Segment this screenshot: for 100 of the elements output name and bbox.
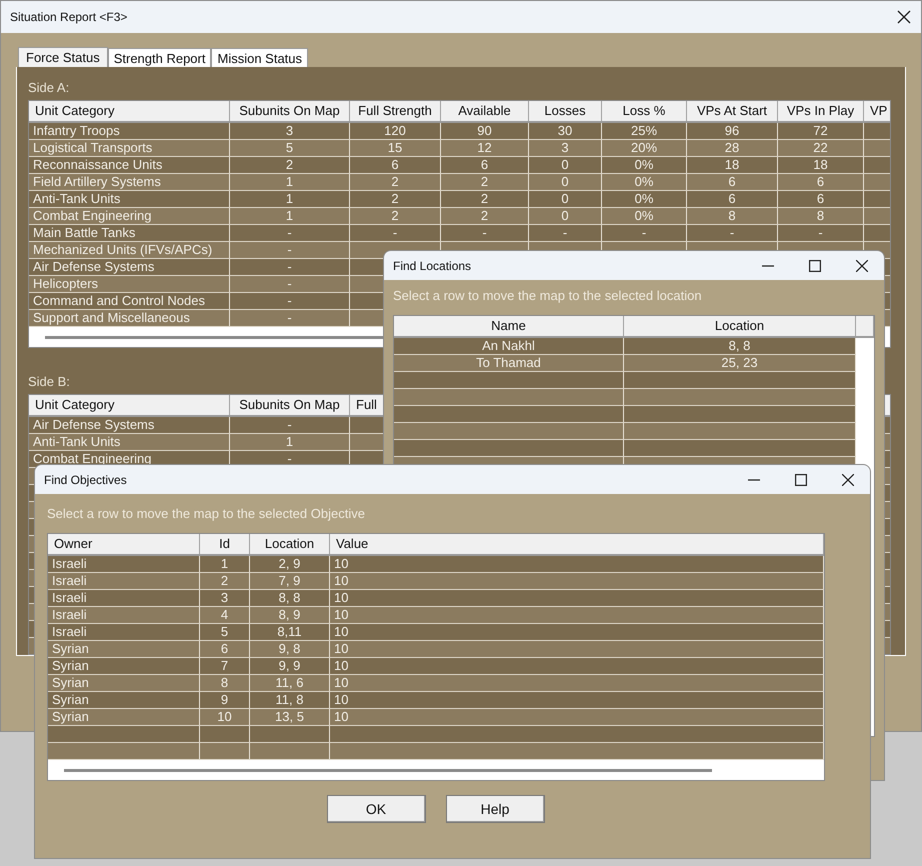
table-row[interactable]: Israeli 1 2, 9 10 — [48, 556, 824, 573]
table-cell: 2 — [441, 174, 529, 190]
table-cell: - — [230, 259, 350, 275]
column-header[interactable]: Location — [624, 316, 856, 336]
table-row[interactable]: Israeli 3 8, 8 10 — [48, 590, 824, 607]
table-cell: - — [441, 225, 529, 241]
side-label: Side B: — [28, 374, 70, 391]
table-row[interactable]: Israeli 2 7, 9 10 — [48, 573, 824, 590]
table-cell: 2 — [441, 191, 529, 207]
tab[interactable]: Strength Report — [108, 48, 212, 67]
dialog-button[interactable]: OK — [326, 795, 426, 823]
column-header[interactable]: Subunits On Map — [230, 395, 350, 415]
column-header[interactable]: VPs At Start — [687, 101, 778, 121]
column-header[interactable]: Loss % — [602, 101, 687, 121]
table-cell: 96 — [687, 123, 778, 139]
table-row[interactable] — [394, 389, 856, 406]
table-cell: 10 — [330, 590, 824, 606]
table-row[interactable] — [48, 726, 824, 743]
table-cell: Syrian — [48, 675, 200, 691]
maximize-icon[interactable] — [795, 474, 807, 486]
tab[interactable]: Force Status — [18, 47, 108, 67]
table-cell: - — [529, 225, 602, 241]
table-cell: Air Defense Systems — [29, 417, 230, 433]
table-cell: 7, 9 — [250, 573, 330, 589]
table-row[interactable]: Anti-Tank Units 1 2 2 0 0% 6 6 — [29, 191, 890, 208]
table-cell: 11, 8 — [250, 692, 330, 708]
table-cell: 10 — [330, 692, 824, 708]
table-row[interactable]: Syrian 10 13, 5 10 — [48, 709, 824, 726]
table-row[interactable]: Syrian 9 11, 8 10 — [48, 692, 824, 709]
maximize-icon[interactable] — [809, 260, 821, 272]
table-cell: 10 — [330, 607, 824, 623]
table-row[interactable]: Infantry Troops 3 120 90 30 25% 96 72 — [29, 123, 890, 140]
table-row[interactable]: Combat Engineering 1 2 2 0 0% 8 8 — [29, 208, 890, 225]
column-header[interactable]: VP — [864, 101, 890, 121]
table-cell: - — [230, 242, 350, 258]
table-cell: 15 — [350, 140, 441, 156]
table-cell: 10 — [330, 709, 824, 725]
table-cell: 0% — [602, 174, 687, 190]
table-cell: 1 — [230, 434, 350, 450]
table-cell: 6 — [200, 641, 250, 657]
column-header[interactable]: Full Strength — [350, 101, 441, 121]
table-cell: 8,11 — [250, 624, 330, 640]
table-row[interactable]: Israeli 4 8, 9 10 — [48, 607, 824, 624]
table-cell: 0% — [602, 157, 687, 173]
table-row[interactable]: Syrian 6 9, 8 10 — [48, 641, 824, 658]
table-row[interactable] — [394, 423, 856, 440]
table-cell: 1 — [230, 208, 350, 224]
table-cell: 2 — [200, 573, 250, 589]
column-header[interactable]: Unit Category — [29, 101, 230, 121]
table-cell: 10 — [200, 709, 250, 725]
table-cell: Syrian — [48, 709, 200, 725]
close-icon[interactable] — [856, 260, 868, 272]
table-cell: 0 — [529, 191, 602, 207]
table-cell: 0 — [529, 208, 602, 224]
table-cell: 10 — [330, 658, 824, 674]
table-cell: Main Battle Tanks — [29, 225, 230, 241]
column-header[interactable]: Location — [250, 534, 330, 554]
tab[interactable]: Mission Status — [211, 48, 308, 67]
table-cell: 20% — [602, 140, 687, 156]
table-row[interactable]: Field Artillery Systems 1 2 2 0 0% 6 6 — [29, 174, 890, 191]
column-header[interactable]: Owner — [48, 534, 200, 554]
table-row[interactable] — [48, 743, 824, 760]
column-header[interactable]: Name — [394, 316, 624, 336]
table-row[interactable] — [394, 372, 856, 389]
table-cell: Reconnaissance Units — [29, 157, 230, 173]
column-header[interactable]: Value — [330, 534, 824, 554]
table-row[interactable]: Reconnaissance Units 2 6 6 0 0% 18 18 — [29, 157, 890, 174]
table-row[interactable]: Israeli 5 8,11 10 — [48, 624, 824, 641]
scrollbar[interactable] — [64, 768, 712, 772]
column-header[interactable]: VPs In Play — [778, 101, 864, 121]
table-cell: 10 — [330, 624, 824, 640]
column-header[interactable]: Subunits On Map — [230, 101, 350, 121]
table-row[interactable]: Logistical Transports 5 15 12 3 20% 28 22 — [29, 140, 890, 157]
dialog-button[interactable]: Help — [446, 795, 544, 823]
table-cell: 6 — [350, 157, 441, 173]
table-cell: 2, 9 — [250, 556, 330, 572]
column-header[interactable]: Unit Category — [29, 395, 230, 415]
table-row[interactable]: Syrian 8 11, 6 10 — [48, 675, 824, 692]
column-header[interactable]: Available — [441, 101, 529, 121]
table-row[interactable]: An Nakhl 8, 8 — [394, 338, 856, 355]
close-icon[interactable] — [897, 10, 911, 24]
hint-text: Select a row to move the map to the selected Objective — [47, 506, 366, 523]
table-cell: Air Defense Systems — [29, 259, 230, 275]
table-row[interactable]: To Thamad 25, 23 — [394, 355, 856, 372]
column-header[interactable]: Id — [200, 534, 250, 554]
table-cell: Helicopters — [29, 276, 230, 292]
table-row[interactable] — [394, 406, 856, 423]
table-cell: Command and Control Nodes — [29, 293, 230, 309]
table-cell: 8, 8 — [624, 338, 856, 354]
table-row[interactable]: Main Battle Tanks - - - - - - - — [29, 225, 890, 242]
table-cell: 28 — [687, 140, 778, 156]
table-row[interactable]: Syrian 7 9, 9 10 — [48, 658, 824, 675]
table-cell: 5 — [230, 140, 350, 156]
table-cell: 9, 8 — [250, 641, 330, 657]
column-header[interactable]: Losses — [529, 101, 602, 121]
table-cell: Syrian — [48, 658, 200, 674]
table-row[interactable] — [394, 440, 856, 457]
window-title: Find Locations — [393, 258, 472, 272]
table-cell: 0% — [602, 208, 687, 224]
close-icon[interactable] — [842, 474, 854, 486]
